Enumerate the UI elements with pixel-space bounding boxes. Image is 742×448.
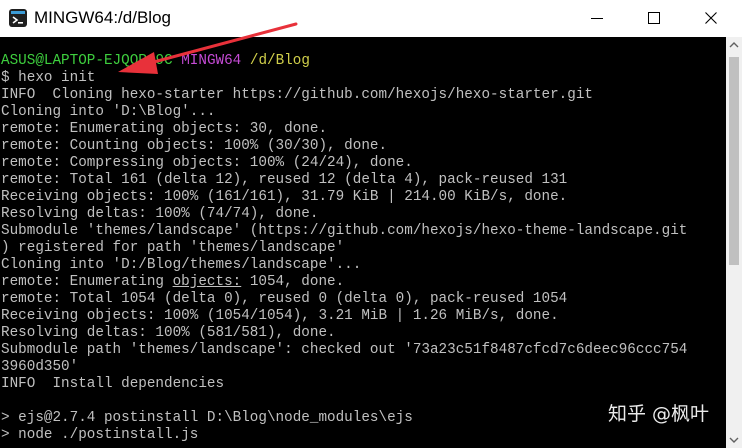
output-text: 1054, done. bbox=[241, 274, 345, 290]
output-line: 3960d350' bbox=[1, 359, 79, 375]
output-line: > ejs@2.7.4 postinstall D:\Blog\node_mod… bbox=[1, 410, 413, 426]
window-title: MINGW64:/d/Blog bbox=[34, 8, 171, 27]
watermark: 知乎 @枫叶 bbox=[608, 403, 710, 425]
prompt-path: /d/Blog bbox=[249, 53, 310, 69]
git-bash-icon[interactable] bbox=[8, 8, 28, 28]
output-text: remote: Enumerating bbox=[1, 274, 173, 290]
output-line: remote: Counting objects: 100% (30/30), … bbox=[1, 138, 388, 154]
output-line: remote: Total 161 (delta 12), reused 12 … bbox=[1, 172, 568, 188]
close-button[interactable] bbox=[688, 0, 734, 36]
output-line: Resolving deltas: 100% (581/581), done. bbox=[1, 325, 336, 341]
output-line: Receiving objects: 100% (1054/1054), 3.2… bbox=[1, 308, 559, 324]
output-line: Cloning into 'D:/Blog/themes/landscape'.… bbox=[1, 257, 362, 273]
scroll-up-button[interactable] bbox=[726, 37, 742, 53]
prompt-user-host: ASUS@LAPTOP-EJQOR bbox=[1, 53, 147, 69]
terminal-window: MINGW64:/d/Blog ASUS@LAPTOP-EJQORJ9C MIN… bbox=[0, 0, 742, 448]
title-bar[interactable]: MINGW64:/d/Blog bbox=[0, 0, 742, 38]
output-line: ) registered for path 'themes/landscape' bbox=[1, 240, 345, 256]
output-line: Resolving deltas: 100% (74/74), done. bbox=[1, 206, 319, 222]
minimize-button[interactable] bbox=[574, 0, 620, 36]
chevron-down-icon bbox=[729, 437, 739, 443]
output-line: INFO Install dependencies bbox=[1, 376, 225, 392]
output-line: INFO Cloning hexo-starter https://github… bbox=[1, 87, 593, 103]
command-line: $ hexo init bbox=[1, 70, 96, 86]
output-line: > node ./postinstall.js bbox=[1, 427, 199, 443]
maximize-icon bbox=[648, 12, 660, 24]
output-line: remote: Enumerating objects: 1054, done. bbox=[1, 274, 344, 291]
chevron-up-icon bbox=[729, 42, 739, 48]
output-line: remote: Compressing objects: 100% (24/24… bbox=[1, 155, 413, 171]
output-line: Submodule 'themes/landscape' (https://gi… bbox=[1, 223, 688, 239]
scrollbar-thumb[interactable] bbox=[729, 57, 739, 265]
output-line: remote: Total 1054 (delta 0), reused 0 (… bbox=[1, 291, 568, 307]
output-line: Receiving objects: 100% (161/161), 31.79… bbox=[1, 189, 568, 205]
scroll-down-button[interactable] bbox=[726, 432, 742, 448]
maximize-button[interactable] bbox=[631, 0, 677, 36]
output-line: Submodule path 'themes/landscape': check… bbox=[1, 342, 688, 358]
terminal-output[interactable]: ASUS@LAPTOP-EJQORJ9C MINGW64 /d/Blog $ h… bbox=[0, 37, 726, 448]
close-icon bbox=[705, 12, 717, 24]
prompt-host-obscured: J9C bbox=[146, 53, 173, 69]
vertical-scrollbar[interactable] bbox=[726, 37, 742, 448]
output-text-underlined: objects: bbox=[172, 274, 242, 290]
output-line: Cloning into 'D:\Blog'... bbox=[1, 104, 216, 120]
minimize-icon bbox=[591, 18, 603, 19]
output-line: remote: Enumerating objects: 30, done. bbox=[1, 121, 328, 137]
prompt-line: ASUS@LAPTOP-EJQORJ9C MINGW64 /d/Blog bbox=[1, 53, 310, 70]
prompt-shell: MINGW64 bbox=[181, 53, 242, 69]
